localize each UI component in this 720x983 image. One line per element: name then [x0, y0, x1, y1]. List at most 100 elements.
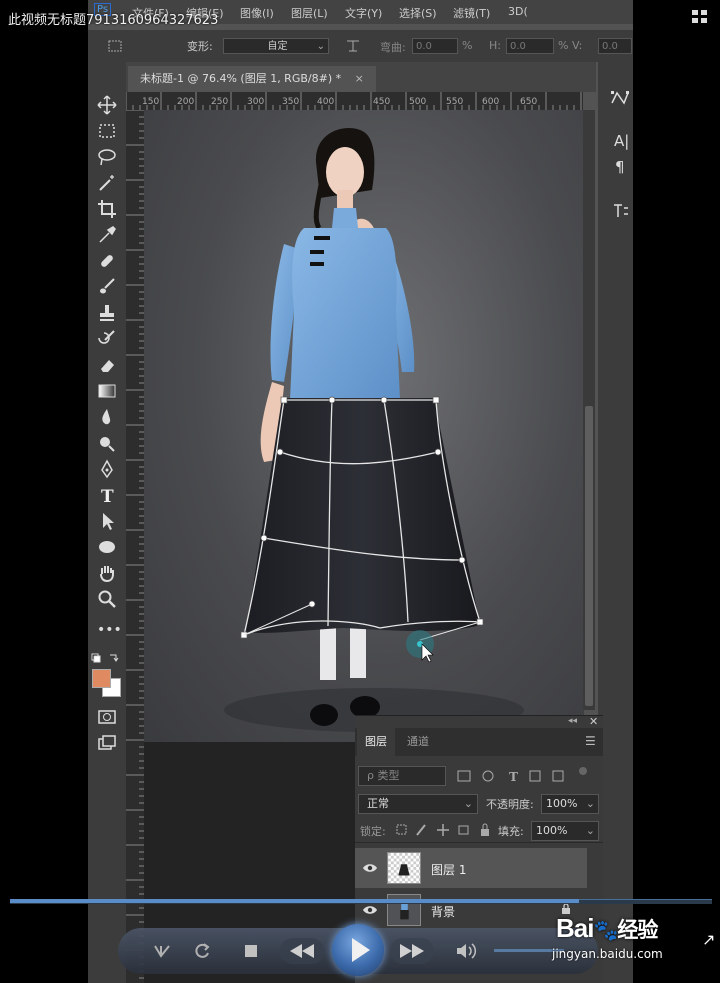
h-distort-input[interactable]: 0.0: [506, 38, 554, 54]
opacity-input[interactable]: 100% ⌄: [541, 794, 599, 814]
paragraph-panel-icon[interactable]: ¶: [615, 158, 625, 176]
volume-icon[interactable]: [454, 934, 478, 968]
fill-value: 100%: [536, 824, 568, 837]
blur-tool-icon[interactable]: [96, 406, 118, 428]
baidu-jingyan-watermark: Bai🐾经验 ↗ jingyan.baidu.com: [552, 905, 720, 965]
play-icon: [352, 938, 370, 962]
crop-tool-icon[interactable]: [96, 198, 118, 220]
bend-input[interactable]: 0.0: [412, 38, 458, 54]
vertical-scrollbar[interactable]: [583, 110, 595, 710]
menu-layer[interactable]: 图层(L): [291, 5, 328, 21]
warp-mesh[interactable]: [144, 110, 584, 742]
chevron-down-icon: ⌄: [585, 797, 595, 810]
paw-icon: 🐾: [593, 920, 618, 942]
vertical-ruler: [126, 110, 144, 983]
play-button[interactable]: [332, 924, 384, 976]
blend-mode-select[interactable]: 正常 ⌄: [358, 794, 478, 814]
eraser-tool-icon[interactable]: [96, 354, 118, 376]
video-progress-fill: [10, 899, 579, 903]
layer-name[interactable]: 图层 1: [431, 861, 466, 878]
hand-tool-icon[interactable]: [96, 562, 118, 584]
horizontal-ruler: 150 200 250 300 350 400 450 500 550 600 …: [126, 92, 583, 110]
watermark-logo: Bai🐾经验: [556, 913, 658, 944]
type-tool-icon[interactable]: T: [96, 484, 118, 506]
stop-icon[interactable]: [242, 934, 260, 968]
screen-mode-icon[interactable]: [96, 732, 118, 754]
visibility-eye-icon[interactable]: [362, 904, 378, 916]
zoom-tool-icon[interactable]: [96, 588, 118, 610]
warp-preset-select[interactable]: 自定 ⌄: [223, 38, 329, 54]
watermark-logo-cn: 经验: [617, 919, 658, 942]
tab-channels[interactable]: 通道: [399, 728, 437, 756]
blend-mode-value: 正常: [367, 797, 389, 810]
tab-layers[interactable]: 图层: [357, 728, 395, 756]
panel-divider: [355, 842, 603, 843]
ellipse-tool-icon[interactable]: [96, 536, 118, 558]
eyedropper-tool-icon[interactable]: [96, 224, 118, 246]
svg-text:T: T: [101, 487, 114, 506]
fast-forward-icon[interactable]: [390, 934, 434, 968]
rewind-icon[interactable]: [280, 934, 324, 968]
video-player-controls: [118, 924, 598, 976]
gradient-tool-icon[interactable]: [96, 380, 118, 402]
chevron-down-icon: ⌄: [463, 797, 473, 810]
clone-stamp-tool-icon[interactable]: [96, 302, 118, 324]
panel-menu-icon[interactable]: ☰: [585, 734, 596, 748]
path-selection-tool-icon[interactable]: [96, 510, 118, 532]
lock-label: 锁定:: [360, 825, 386, 838]
scrollbar-thumb[interactable]: [585, 406, 593, 706]
watermark-logo-text: Bai: [556, 913, 594, 943]
menu-image[interactable]: 图像(I): [240, 5, 274, 21]
expand-icon[interactable]: ↗: [702, 930, 715, 949]
document-tab[interactable]: 未标题-1 @ 76.4% (图层 1, RGB/8#) * ×: [128, 66, 376, 92]
watermark-url: jingyan.baidu.com: [552, 947, 663, 961]
layer-filter-select[interactable]: ρ 类型: [358, 766, 446, 786]
dodge-tool-icon[interactable]: [96, 432, 118, 454]
marquee-tool-icon[interactable]: [96, 120, 118, 142]
panel-tabs: 图层 通道 ☰: [355, 728, 603, 756]
paths-panel-icon[interactable]: [610, 90, 630, 106]
history-brush-tool-icon[interactable]: [96, 328, 118, 350]
foreground-color-swatch[interactable]: [92, 669, 111, 688]
warp-tool-icon[interactable]: [106, 39, 126, 53]
transform-label: 变形:: [187, 40, 213, 53]
lasso-tool-icon[interactable]: [96, 146, 118, 168]
warp-preset-value: 自定: [267, 41, 288, 52]
opacity-value: 100%: [546, 797, 578, 810]
move-tool-icon[interactable]: [96, 94, 118, 116]
menu-select[interactable]: 选择(S): [399, 5, 437, 21]
magic-wand-tool-icon[interactable]: [96, 172, 118, 194]
default-colors-icon[interactable]: [90, 652, 124, 668]
healing-brush-tool-icon[interactable]: [96, 250, 118, 272]
warp-orientation-icon[interactable]: [344, 38, 362, 54]
v-distort-input[interactable]: 0.0: [598, 38, 632, 54]
layer-name[interactable]: 背景: [431, 903, 455, 920]
bend-label: 弯曲:: [380, 41, 406, 54]
menu-3d[interactable]: 3D(: [508, 5, 528, 18]
grid-menu-icon[interactable]: [690, 8, 710, 26]
menu-type[interactable]: 文字(Y): [345, 5, 382, 21]
visibility-eye-icon[interactable]: [362, 862, 378, 874]
lock-icons[interactable]: [395, 822, 505, 838]
menu-filter[interactable]: 滤镜(T): [453, 5, 490, 21]
fill-input[interactable]: 100% ⌄: [531, 821, 599, 841]
collapse-panel-icon[interactable]: ◂◂: [568, 716, 577, 726]
repeat-icon[interactable]: [192, 934, 212, 968]
quick-mask-icon[interactable]: [96, 706, 118, 728]
chevron-down-icon: ⌄: [316, 41, 325, 52]
shuffle-icon[interactable]: [152, 934, 172, 968]
chevron-down-icon: ⌄: [585, 824, 595, 837]
glyphs-panel-icon[interactable]: [610, 202, 630, 220]
close-panel-icon[interactable]: ✕: [589, 715, 598, 728]
close-tab-button[interactable]: ×: [355, 72, 364, 85]
layer-filter-icons[interactable]: T: [450, 766, 600, 786]
more-tools-icon[interactable]: •••: [97, 622, 122, 638]
character-panel-icon[interactable]: A|: [614, 132, 629, 150]
photoshop-window: Ps 文件(F) 编辑(E) 图像(I) 图层(L) 文字(Y) 选择(S) 滤…: [88, 0, 633, 983]
svg-text:T: T: [509, 770, 518, 784]
right-panel-dock: A| ¶: [598, 62, 633, 983]
brush-tool-icon[interactable]: [96, 276, 118, 298]
pen-tool-icon[interactable]: [96, 458, 118, 480]
layer-row-layer1[interactable]: 图层 1: [355, 848, 587, 888]
document-canvas[interactable]: [144, 110, 584, 742]
